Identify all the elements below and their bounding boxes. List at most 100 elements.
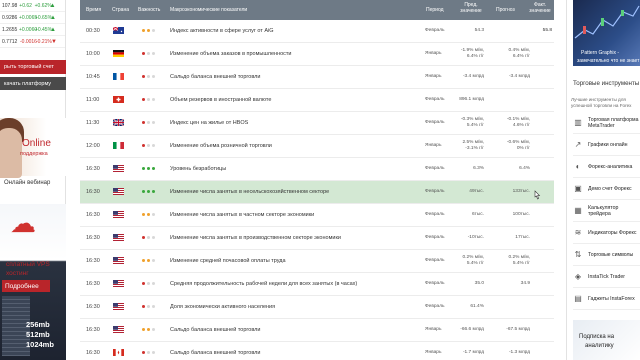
event-name[interactable]: Изменение числа занятых в частном сектор… (170, 212, 314, 218)
open-account-button[interactable]: рыть торговый счет (0, 60, 66, 74)
importance-dot-icon (152, 236, 155, 239)
table-row[interactable]: 16:30 Изменение числа занятых в частном … (80, 204, 554, 227)
online-support-banner[interactable]: Online поддержка (0, 118, 66, 178)
right-sidebar: Pattern Graphix - замечательно что не зн… (566, 0, 640, 360)
event-previous: 61.4% (470, 304, 484, 309)
download-platform-button[interactable]: качать платформу (0, 77, 66, 90)
candlestick-chart-icon (574, 5, 640, 39)
table-row[interactable]: 11:00 Объем резервов в иностранной валют… (80, 89, 554, 112)
event-period: Январь (425, 350, 442, 355)
event-name[interactable]: Индекс цен на жилье от HBOS (170, 120, 248, 126)
event-period: Февраль (425, 281, 445, 286)
table-row[interactable]: 16:30 Доля экономически активного населе… (80, 296, 554, 319)
importance-dot-icon (142, 236, 145, 239)
vps-title: сплатный VPS (6, 261, 50, 268)
importance-dot-icon (147, 52, 150, 55)
symbols-icon: ⇅ (574, 250, 582, 259)
ticker-row[interactable]: 107.98 +0.62 +0.62% ▲ (0, 0, 65, 12)
ticker-row[interactable]: 0.9286 +0.0065 +0.65% ▲ (0, 12, 65, 24)
event-name[interactable]: Объем резервов в иностранной валюте (170, 97, 271, 103)
tool-item[interactable]: ▥ Торговая платформа MetaTrader (573, 112, 640, 134)
arrow-up-icon: ▲ (49, 14, 56, 21)
tool-item[interactable]: ≋ Индикаторы Форекс (573, 222, 640, 244)
table-row[interactable]: 16:30 Средняя продолжительность рабочей … (80, 273, 554, 296)
table-row[interactable]: 16:30 Изменение числа занятых в производ… (80, 227, 554, 250)
importance-dot-icon (152, 52, 155, 55)
event-name[interactable]: Доля экономически активного населения (170, 304, 275, 310)
event-period: Январь (425, 143, 442, 148)
calendar-page: 107.98 +0.62 +0.62% ▲ 0.9286 +0.0065 +0.65% ▲ … (0, 0, 640, 360)
event-forecast: -3.4 млрд (508, 74, 530, 79)
event-previous: 896.1 млрд (459, 97, 484, 102)
table-row[interactable]: 12:00 Изменение объема розничной торговл… (80, 135, 554, 158)
header-actual[interactable]: Факт. значение (528, 2, 552, 14)
importance-dot-icon (152, 190, 155, 193)
tool-item[interactable]: ◈ InstaTick Trader (573, 266, 640, 288)
importance-dot-icon (142, 351, 145, 354)
importance-dot-icon (152, 75, 155, 78)
book-banner[interactable]: Pattern Graphix - замечательно что не зн… (573, 0, 640, 66)
importance-dot-icon (147, 259, 150, 262)
event-name[interactable]: Изменение средней почасовой оплаты труда (170, 258, 286, 264)
header-time[interactable]: Время (86, 7, 101, 13)
importance-dot-icon (152, 351, 155, 354)
webinar-link[interactable]: Онлайн вебинар (4, 180, 50, 186)
ticker-row[interactable]: 0.7712 -0.0016 -0.21% ▼ (0, 36, 65, 48)
table-row[interactable]: 10:00 Изменение объема заказов в промышл… (80, 43, 554, 66)
event-name[interactable]: Уровень безработицы (170, 166, 226, 172)
table-row[interactable]: 10:45 Сальдо баланса внешней торговли Ян… (80, 66, 554, 89)
event-forecast: -0.6% м/м, 0% г/г (506, 140, 530, 151)
header-indicator[interactable]: Макроэкономические показатели (170, 7, 247, 13)
event-name[interactable]: Изменение числа занятых в несельскохозяй… (170, 189, 329, 195)
event-name[interactable]: Индекс активности в сфере услуг от AiG (170, 28, 274, 34)
tool-item[interactable]: ▦ Калькулятор трейдера (573, 200, 640, 222)
header-prev[interactable]: Пред. значение (458, 2, 484, 14)
importance-dot-icon (152, 167, 155, 170)
ticker-row[interactable]: 1.2655 +0.0060 +0.45% ▲ (0, 24, 65, 36)
subscribe-subtitle: аналитику (585, 343, 614, 349)
mouse-cursor-icon (534, 190, 541, 200)
event-name[interactable]: Изменение объема заказов в промышленност… (170, 51, 292, 57)
vps-banner[interactable]: ☁ сплатный VPS хостинг Подробнее 256mb 5… (0, 204, 66, 360)
table-row[interactable]: 16:30 Сальдо баланса внешней торговли Ян… (80, 319, 554, 342)
header-country[interactable]: Страна (112, 7, 129, 13)
tools-subheading: Лучшие инструменты для успешной торговли… (571, 97, 632, 108)
economic-calendar-table: Время Страна Важность Макроэкономические… (80, 0, 554, 360)
vps-more-button[interactable]: Подробнее (2, 280, 50, 292)
table-row[interactable]: 16:30 Изменение средней почасовой оплаты… (80, 250, 554, 273)
analytics-icon: ◐ (575, 162, 581, 171)
event-previous: -1.9% м/м, 6.4% г/г (460, 48, 484, 59)
event-name[interactable]: Изменение числа занятых в производственн… (170, 235, 341, 241)
flag-uk-icon (113, 119, 124, 126)
tool-item[interactable]: ⇅ Торговые символы (573, 244, 640, 266)
event-name[interactable]: Сальдо баланса внешней торговли (170, 74, 260, 80)
header-period[interactable]: Период (426, 7, 444, 13)
table-row[interactable]: 00:30 Индекс активности в сфере услуг от… (80, 20, 554, 43)
event-forecast: -67.5 млрд (506, 327, 530, 332)
flag-usa-icon (113, 188, 124, 195)
importance-indicator (142, 305, 155, 308)
importance-indicator (142, 213, 155, 216)
event-name[interactable]: Сальдо баланса внешней торговли (170, 350, 260, 356)
tool-item[interactable]: ▤ Гаджеты InstaForex (573, 288, 640, 310)
table-row[interactable]: 16:30 Изменение числа занятых в несельск… (80, 181, 554, 204)
table-row[interactable]: 16:30 Сальдо баланса внешней торговли Ян… (80, 342, 554, 360)
tool-item[interactable]: ▣ Демо счет Форекс (573, 178, 640, 200)
event-period: Февраль (425, 28, 445, 33)
importance-dot-icon (147, 121, 150, 124)
tool-item[interactable]: ◐ Форекс-аналитика (573, 156, 640, 178)
demo-icon: ▣ (574, 184, 582, 193)
event-name[interactable]: Сальдо баланса внешней торговли (170, 327, 260, 333)
header-importance[interactable]: Важность (138, 7, 160, 13)
arrow-down-icon: ▼ (51, 38, 57, 45)
importance-dot-icon (152, 121, 155, 124)
table-row[interactable]: 11:30 Индекс цен на жилье от HBOS Феврал… (80, 112, 554, 135)
header-forecast[interactable]: Прогноз (496, 7, 515, 13)
subscribe-banner[interactable]: Подписка на аналитику (573, 320, 640, 360)
tool-item[interactable]: ↗ Графики онлайн (573, 134, 640, 156)
event-name[interactable]: Изменение объема розничной торговли (170, 143, 272, 149)
table-row[interactable]: 16:30 Уровень безработицы Февраль 6.3% 6… (80, 158, 554, 181)
importance-dot-icon (142, 121, 145, 124)
event-name[interactable]: Средняя продолжительность рабочей недели… (170, 281, 357, 287)
event-time: 16:30 (86, 281, 100, 287)
